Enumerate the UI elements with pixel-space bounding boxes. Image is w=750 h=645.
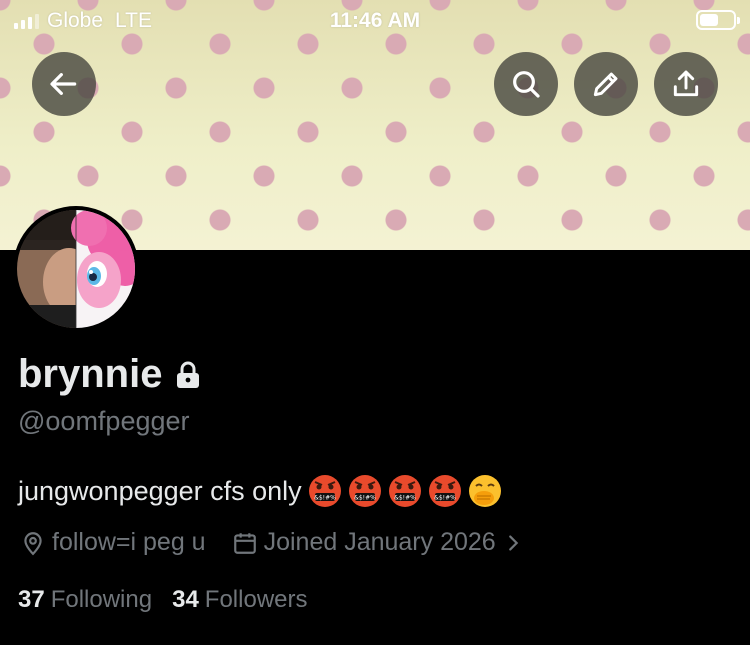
edit-button[interactable] <box>574 52 638 116</box>
face-with-symbols-on-mouth-icon: &$!#% <box>348 475 381 507</box>
arrow-left-icon <box>50 73 77 95</box>
following-label: Following <box>50 586 153 613</box>
profile-handle: @oomfpegger <box>18 406 190 436</box>
edit-pencil-icon <box>593 72 618 97</box>
face-with-symbols-on-mouth-icon: &$!#% <box>308 475 341 507</box>
svg-text:&$!#%: &$!#% <box>434 495 456 502</box>
face-with-symbols-on-mouth-icon: &$!#% <box>388 475 421 507</box>
share-button[interactable] <box>654 52 718 116</box>
svg-text:&$!#%: &$!#% <box>354 495 376 502</box>
battery-icon <box>696 10 740 30</box>
avatar[interactable] <box>13 206 139 332</box>
follow-counts: 37 Following 34 Followers <box>18 586 308 614</box>
search-button[interactable] <box>494 52 558 116</box>
following-link[interactable]: 37 Following <box>18 586 152 614</box>
followers-label: Followers <box>204 586 308 613</box>
calendar-icon <box>233 532 256 554</box>
profile-bio: jungwonpegger cfs only &$!#% &$!#% &$!#%… <box>18 474 502 508</box>
location-pin-icon <box>24 531 42 555</box>
search-icon <box>513 71 540 98</box>
profile-joined-date[interactable]: Joined January 2026 <box>264 528 496 557</box>
carrier-name: Globe <box>47 9 104 32</box>
svg-text:&$!#%: &$!#% <box>314 495 336 502</box>
followers-count: 34 <box>172 586 199 613</box>
status-bar-left: Globe LTE <box>14 8 152 34</box>
bio-text: jungwonpegger cfs only <box>18 475 302 506</box>
profile-banner[interactable] <box>0 0 750 250</box>
share-upload-icon <box>673 70 699 97</box>
lock-icon <box>177 361 200 388</box>
svg-text:&$!#%: &$!#% <box>394 495 416 502</box>
cellular-signal-icon <box>14 13 39 29</box>
back-button[interactable] <box>32 52 96 116</box>
chevron-right-icon[interactable] <box>502 532 524 554</box>
profile-meta: follow=i peg u Joined January 2026 <box>20 528 524 557</box>
followers-link[interactable]: 34 Followers <box>172 586 307 614</box>
display-name: brynnie <box>18 352 163 396</box>
network-type: LTE <box>115 9 153 32</box>
display-name-row: brynnie <box>18 352 200 397</box>
face-with-hand-over-mouth-icon <box>468 475 501 507</box>
profile-location: follow=i peg u <box>52 528 206 556</box>
following-count: 37 <box>18 586 45 613</box>
face-with-symbols-on-mouth-icon: &$!#% <box>428 475 461 507</box>
